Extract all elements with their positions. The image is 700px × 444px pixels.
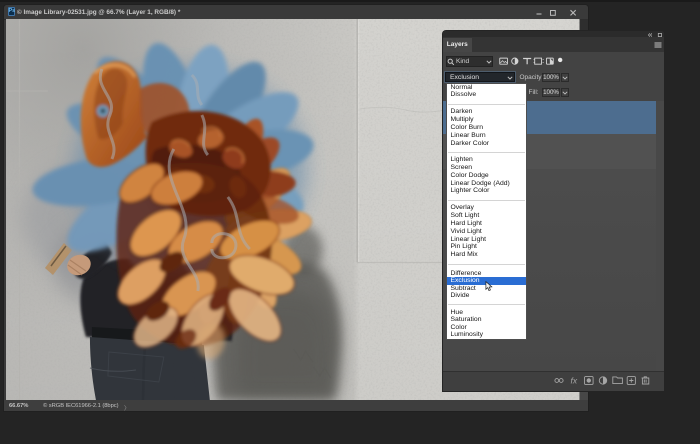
svg-text:fx: fx [571, 376, 578, 386]
